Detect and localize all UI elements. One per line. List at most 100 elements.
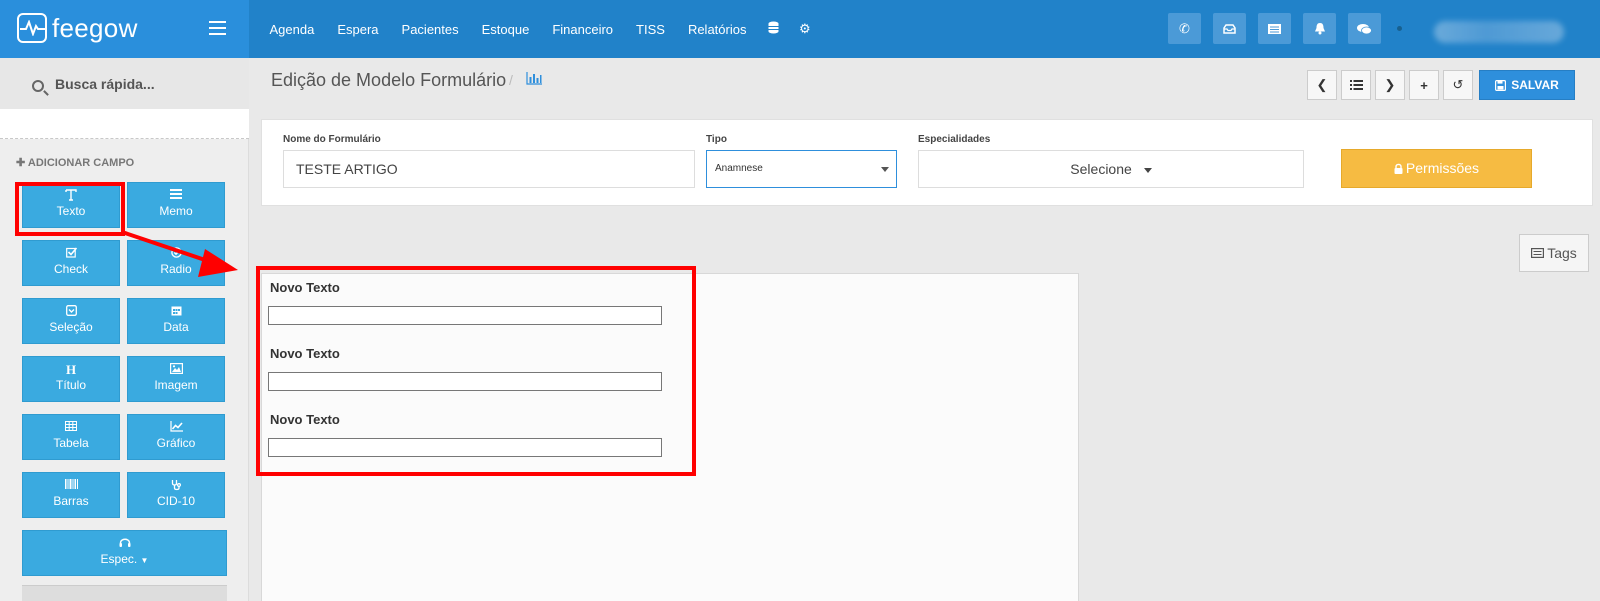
sidebar: ✚ ADICIONAR CAMPO Texto Memo Check Radio…	[0, 58, 249, 601]
table-icon	[23, 421, 119, 435]
chart-line-icon	[128, 421, 224, 435]
logo-icon	[17, 13, 47, 43]
search-input[interactable]	[55, 76, 235, 92]
specialties-select[interactable]: Selecione	[918, 150, 1304, 188]
tags-label: Tags	[1547, 245, 1577, 261]
caret-down-icon	[1143, 167, 1152, 173]
inbox-icon[interactable]	[1213, 13, 1246, 44]
add-button[interactable]: +	[1409, 70, 1439, 100]
quick-search	[0, 58, 249, 109]
search-icon	[32, 80, 44, 92]
list-icon[interactable]	[1258, 13, 1291, 44]
next-button[interactable]: ❯	[1375, 70, 1405, 100]
page-actions: ❮ ❯ + ↺ SALVAR	[1307, 70, 1575, 100]
field-button-titulo[interactable]: H Título	[22, 356, 120, 402]
type-select-value: Anamnese	[715, 163, 763, 174]
form-name-input[interactable]	[283, 150, 695, 188]
barcode-icon	[23, 479, 119, 493]
field-button-label: Gráfico	[156, 436, 196, 450]
list-view-button[interactable]	[1341, 70, 1371, 100]
page-title: Edição de Modelo Formulário	[271, 70, 507, 90]
previous-button[interactable]: ❮	[1307, 70, 1337, 100]
plus-icon: +	[1420, 77, 1428, 93]
field-button-label: Memo	[159, 204, 193, 218]
field-button-tabela[interactable]: Tabela	[22, 414, 120, 460]
field-button-barras[interactable]: Barras	[22, 472, 120, 518]
chevron-right-icon: ❯	[1384, 77, 1396, 92]
nav-espera[interactable]: Espera	[326, 22, 390, 37]
tags-icon	[1531, 248, 1545, 258]
field-button-label: Check	[53, 262, 88, 276]
nav-tiss[interactable]: TISS	[625, 22, 677, 37]
breadcrumb-separator: /	[509, 72, 513, 88]
field-button-label: Barras	[53, 494, 89, 508]
main-nav: Agenda Espera Pacientes Estoque Financei…	[258, 0, 821, 58]
nav-relatorios[interactable]: Relatórios	[676, 22, 758, 37]
bar-chart-icon[interactable]	[526, 72, 542, 90]
form-settings-panel: Nome do Formulário Tipo Anamnese Especia…	[261, 119, 1593, 206]
menu-toggle-icon[interactable]	[209, 21, 226, 35]
nav-estoque[interactable]: Estoque	[470, 22, 541, 37]
field-button-imagem[interactable]: Imagem	[127, 356, 225, 402]
status-indicator	[1397, 26, 1402, 31]
chat-icon[interactable]	[1348, 13, 1381, 44]
history-icon: ↺	[1452, 77, 1464, 92]
field-button-check[interactable]: Check	[22, 240, 120, 286]
field-button-radio[interactable]: Radio	[127, 240, 225, 286]
save-button[interactable]: SALVAR	[1479, 70, 1575, 100]
specialties-label: Especialidades	[918, 134, 991, 145]
add-field-heading: ✚ ADICIONAR CAMPO	[16, 156, 134, 169]
permissions-label: Permissões	[1405, 160, 1480, 176]
user-profile[interactable]	[1434, 21, 1564, 43]
caret-down-icon: ▼	[140, 556, 149, 565]
field-button-data[interactable]: Data	[127, 298, 225, 344]
field-button-label: Tabela	[53, 436, 89, 450]
highlight-texto-button	[15, 182, 125, 236]
caret-down-icon	[881, 167, 889, 172]
brand-name[interactable]: feegow	[52, 13, 138, 44]
sidebar-more	[22, 585, 227, 601]
select-icon	[23, 305, 119, 319]
add-field-label: ADICIONAR CAMPO	[27, 157, 135, 169]
field-button-label: Radio	[160, 262, 192, 276]
sidebar-spacer	[0, 109, 249, 139]
type-select[interactable]: Anamnese	[706, 150, 897, 188]
field-button-grafico[interactable]: Gráfico	[127, 414, 225, 460]
nav-agenda[interactable]: Agenda	[258, 22, 326, 37]
radio-icon	[128, 247, 224, 261]
specialties-select-value: Selecione	[1070, 161, 1132, 177]
chevron-left-icon: ❮	[1316, 77, 1328, 92]
gear-icon[interactable]: ⚙	[789, 21, 821, 37]
field-button-label: Título	[55, 378, 86, 392]
field-button-label: Seleção	[49, 320, 93, 334]
field-button-selecao[interactable]: Seleção	[22, 298, 120, 344]
database-icon[interactable]	[758, 21, 789, 37]
save-label: SALVAR	[1511, 78, 1559, 92]
floppy-icon	[1495, 79, 1507, 91]
image-icon	[128, 363, 224, 377]
history-button[interactable]: ↺	[1443, 70, 1473, 100]
nav-financeiro[interactable]: Financeiro	[541, 22, 625, 37]
field-button-memo[interactable]: Memo	[127, 182, 225, 228]
headset-icon	[23, 537, 226, 551]
tags-button[interactable]: Tags	[1519, 234, 1589, 272]
memo-icon	[128, 189, 224, 203]
plus-icon: ✚	[16, 157, 26, 169]
field-button-espec[interactable]: Espec. ▼	[22, 530, 227, 576]
check-icon	[23, 247, 119, 261]
highlight-new-fields	[256, 266, 696, 476]
permissions-button[interactable]: Permissões	[1341, 149, 1532, 188]
calendar-icon	[128, 305, 224, 319]
field-button-label: Espec.	[100, 552, 138, 566]
field-button-label: CID-10	[156, 494, 195, 508]
lock-icon	[1394, 163, 1403, 174]
field-button-label: Imagem	[154, 378, 198, 392]
stethoscope-icon	[128, 479, 224, 493]
phone-icon[interactable]: ✆	[1168, 13, 1201, 44]
form-name-label: Nome do Formulário	[283, 134, 381, 145]
nav-pacientes[interactable]: Pacientes	[390, 22, 470, 37]
bell-icon[interactable]	[1303, 13, 1336, 44]
type-label: Tipo	[706, 134, 727, 145]
top-navbar: feegow Agenda Espera Pacientes Estoque F…	[0, 0, 1600, 58]
field-button-cid10[interactable]: CID-10	[127, 472, 225, 518]
